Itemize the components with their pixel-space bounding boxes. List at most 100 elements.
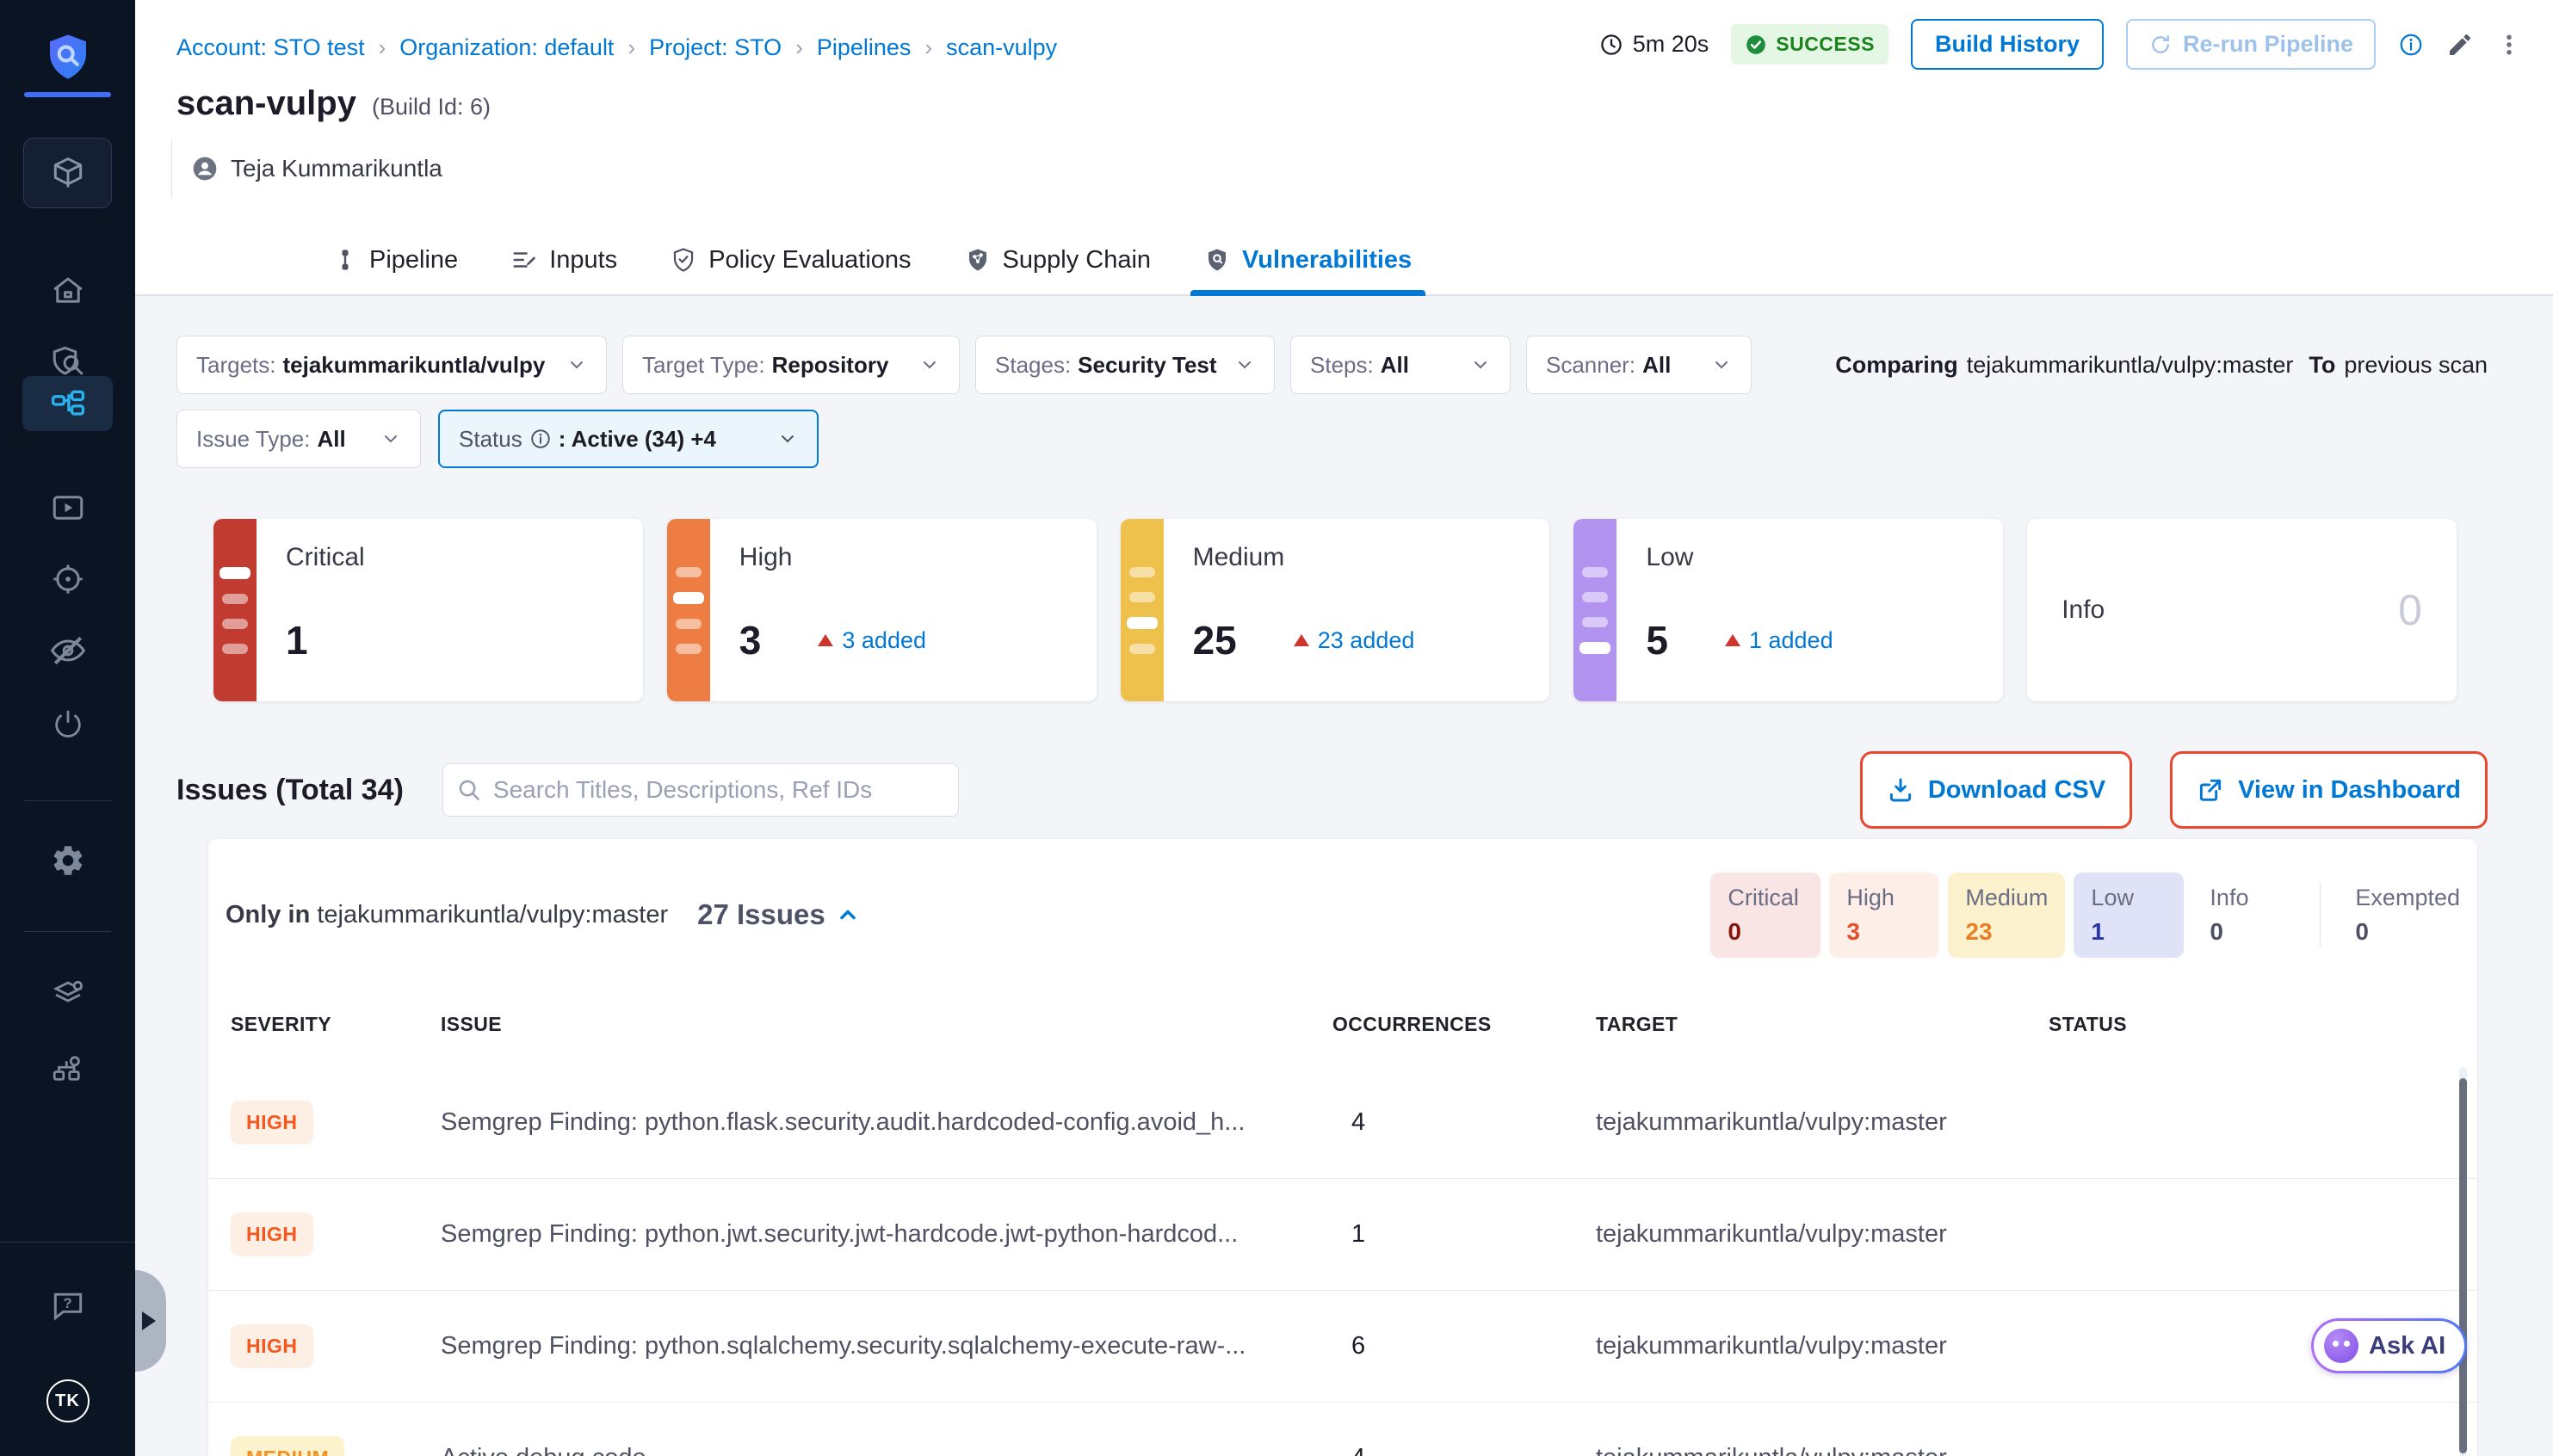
- sidebar-item-exemptions[interactable]: [0, 622, 135, 679]
- sidebar-item-module[interactable]: [23, 138, 112, 208]
- sidebar-item-default-settings[interactable]: [0, 966, 135, 1023]
- table-row[interactable]: HIGH Semgrep Finding: python.flask.secur…: [208, 1067, 2477, 1179]
- chip-exempted[interactable]: Exempted0: [2338, 873, 2477, 958]
- stages-filter[interactable]: Stages:Security Test: [975, 336, 1275, 394]
- issues-header: Issues (Total 34) Download CSV View in D…: [176, 747, 2488, 833]
- table-row[interactable]: MEDIUM Active debug code 4 tejakummariku…: [208, 1403, 2477, 1456]
- breadcrumb-org[interactable]: Organization: default: [399, 34, 614, 61]
- tab-vulnerabilities[interactable]: Vulnerabilities: [1204, 225, 1412, 294]
- search-input[interactable]: [442, 763, 959, 817]
- chevron-up-icon: [836, 903, 860, 927]
- edit-pipeline-icon[interactable]: [2446, 31, 2474, 59]
- app-root: ? TK Account: STO test › Organization: d…: [0, 0, 2553, 1456]
- target-icon: [50, 561, 86, 597]
- targets-filter[interactable]: Targets:tejakummarikuntla/vulpy: [176, 336, 607, 394]
- card-added: 1 added: [1725, 627, 1833, 654]
- issue-count-toggle[interactable]: 27 Issues: [697, 898, 860, 931]
- target-type-filter[interactable]: Target Type:Repository: [622, 336, 960, 394]
- pipeline-tab-icon: [333, 248, 357, 272]
- more-options-icon[interactable]: [2496, 30, 2522, 59]
- build-id-label: (Build Id: 6): [372, 94, 491, 120]
- chevron-down-icon: [777, 429, 798, 449]
- issue-title[interactable]: Semgrep Finding: python.flask.security.a…: [441, 1108, 1332, 1137]
- sto-logo-icon[interactable]: [44, 33, 92, 81]
- tab-policy-evaluations[interactable]: Policy Evaluations: [671, 225, 911, 294]
- sidebar-item-getting-started[interactable]: [0, 696, 135, 753]
- sidebar-item-org-settings[interactable]: [0, 1040, 135, 1097]
- power-icon: [51, 707, 85, 742]
- breadcrumb-pipelines[interactable]: Pipelines: [817, 34, 912, 61]
- high-card: High 3 3 added: [667, 519, 1097, 701]
- download-csv-button[interactable]: Download CSV: [1860, 751, 2132, 829]
- author-name: Teja Kummarikuntla: [231, 155, 442, 182]
- issue-title[interactable]: Semgrep Finding: python.sqlalchemy.secur…: [441, 1332, 1332, 1360]
- chevron-down-icon: [380, 429, 401, 449]
- breadcrumb-account[interactable]: Account: STO test: [176, 34, 365, 61]
- chip-critical[interactable]: Critical0: [1710, 873, 1820, 958]
- build-history-button[interactable]: Build History: [1911, 19, 2104, 70]
- scanner-filter[interactable]: Scanner:All: [1526, 336, 1752, 394]
- steps-filter[interactable]: Steps:All: [1290, 336, 1511, 394]
- breadcrumb-separator: ›: [795, 34, 803, 61]
- download-icon: [1887, 776, 1914, 804]
- sidebar-item-targets[interactable]: [0, 551, 135, 608]
- chip-high[interactable]: High3: [1829, 873, 1939, 958]
- card-label: Critical: [286, 543, 365, 572]
- info-icon: [529, 428, 552, 450]
- user-avatar[interactable]: TK: [46, 1379, 90, 1422]
- tab-pipeline[interactable]: Pipeline: [333, 225, 458, 294]
- severity-chips: Critical0 High3 Medium23 Low1 Info0 Exem…: [1710, 873, 2477, 958]
- comparing-label: Comparing tejakummarikuntla/vulpy:master…: [1835, 336, 2488, 394]
- sidebar-item-settings[interactable]: [0, 832, 135, 889]
- chevron-down-icon: [1470, 355, 1491, 375]
- card-value: 3: [739, 617, 762, 663]
- view-in-dashboard-button[interactable]: View in Dashboard: [2170, 751, 2488, 829]
- issue-type-filter[interactable]: Issue Type:All: [176, 410, 421, 468]
- breadcrumb-separator: ›: [924, 34, 932, 61]
- issues-title: Issues (Total 34): [176, 774, 404, 807]
- card-added: 3 added: [818, 627, 926, 654]
- medium-strip: [1121, 519, 1164, 701]
- table-body: HIGH Semgrep Finding: python.flask.secur…: [208, 1067, 2477, 1456]
- low-card: Low 5 1 added: [1573, 519, 2003, 701]
- sidebar-expand-handle[interactable]: [135, 1270, 166, 1372]
- scrollbar-thumb[interactable]: [2459, 1078, 2467, 1453]
- sidebar-item-help[interactable]: ?: [0, 1277, 135, 1334]
- triangle-up-icon: [1725, 634, 1740, 646]
- breadcrumb-current[interactable]: scan-vulpy: [946, 34, 1057, 61]
- sidebar-item-pipelines[interactable]: [0, 376, 135, 433]
- card-added: 23 added: [1294, 627, 1415, 654]
- table-row[interactable]: HIGH Semgrep Finding: python.jwt.securit…: [208, 1179, 2477, 1291]
- svg-text:?: ?: [63, 1296, 71, 1311]
- sidebar-item-executions[interactable]: [0, 479, 135, 536]
- only-in-label: Only in tejakummarikuntla/vulpy:master: [226, 901, 668, 929]
- issue-title[interactable]: Active debug code: [441, 1444, 1332, 1456]
- table-row[interactable]: HIGH Semgrep Finding: python.sqlalchemy.…: [208, 1291, 2477, 1403]
- rerun-pipeline-button[interactable]: Re-run Pipeline: [2126, 19, 2376, 70]
- chevron-down-icon: [1234, 355, 1255, 375]
- ai-assistant-icon: [2324, 1329, 2358, 1363]
- policy-shield-icon: [671, 247, 696, 273]
- status-filter[interactable]: Status : Active (34) +4: [438, 410, 819, 468]
- severity-cards: Critical 1 High 3 3 added Medium: [213, 519, 2457, 701]
- breadcrumb-project[interactable]: Project: STO: [649, 34, 782, 61]
- title-row: scan-vulpy (Build Id: 6): [176, 84, 491, 123]
- check-circle-icon: [1745, 34, 1767, 56]
- ask-ai-button[interactable]: Ask AI: [2311, 1318, 2467, 1373]
- home-icon: [50, 273, 86, 309]
- inputs-tab-icon: [511, 247, 537, 273]
- sidebar-item-home[interactable]: [0, 262, 135, 319]
- issues-search: [442, 763, 959, 817]
- author-row: Teja Kummarikuntla: [171, 139, 442, 198]
- info-card: Info 0: [2027, 519, 2457, 701]
- card-label: Low: [1646, 543, 1833, 572]
- tab-bar: Pipeline Inputs Policy Evaluations Suppl…: [333, 225, 1412, 294]
- chip-low[interactable]: Low1: [2074, 873, 2184, 958]
- chip-info[interactable]: Info0: [2192, 873, 2303, 958]
- issue-title[interactable]: Semgrep Finding: python.jwt.security.jwt…: [441, 1220, 1332, 1249]
- tab-supply-chain[interactable]: Supply Chain: [965, 225, 1152, 294]
- tab-inputs[interactable]: Inputs: [511, 225, 617, 294]
- expand-arrow-icon: [142, 1311, 156, 1330]
- rerun-info-icon[interactable]: [2398, 32, 2424, 58]
- chip-medium[interactable]: Medium23: [1948, 873, 2065, 958]
